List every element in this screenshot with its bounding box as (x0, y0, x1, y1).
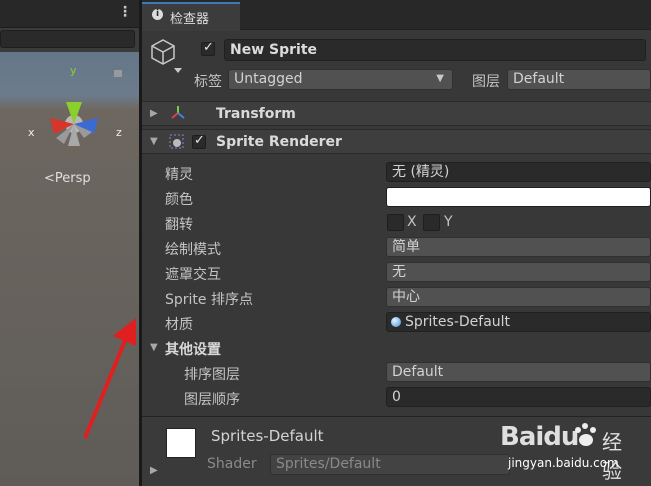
more-options-icon[interactable]: ⋮ (118, 4, 132, 20)
info-icon: i (152, 9, 163, 20)
lock-icon[interactable] (114, 70, 122, 77)
gameobject-icon[interactable] (149, 38, 183, 80)
expand-arrow-icon[interactable]: ▶ (150, 108, 158, 119)
sort-point-dropdown[interactable]: 中心 (386, 287, 651, 307)
tag-value: Untagged (234, 71, 303, 87)
object-name-field[interactable]: New Sprite (224, 39, 646, 61)
draw-mode-dropdown[interactable]: 简单 (386, 237, 651, 257)
sprite-renderer-icon (168, 133, 186, 155)
flip-y-label: Y (444, 214, 453, 230)
flip-label: 翻转 (165, 217, 193, 233)
persp-label[interactable]: <Persp (44, 171, 91, 186)
watermark-brand: Baidu (500, 422, 579, 452)
additional-settings-title[interactable]: 其他设置 (165, 339, 221, 359)
watermark-url: jingyan.baidu.com (508, 456, 619, 470)
layer-dropdown[interactable]: Default (507, 69, 651, 90)
sprite-field[interactable]: 无 (精灵) (386, 162, 651, 182)
material-sphere-icon (391, 317, 401, 327)
material-preview-name: Sprites-Default (211, 427, 324, 445)
preview-expand-icon[interactable]: ▶ (150, 465, 158, 476)
layer-label: 图层 (472, 74, 500, 90)
sprite-label: 精灵 (165, 167, 193, 183)
material-field[interactable]: Sprites-Default (386, 312, 651, 332)
material-preview-swatch (166, 428, 196, 458)
order-in-layer-label: 图层顺序 (184, 392, 240, 408)
color-label: 颜色 (165, 192, 193, 208)
transform-icon (170, 105, 186, 125)
active-checkbox[interactable] (201, 40, 215, 56)
sorting-layer-label: 排序图层 (184, 367, 240, 383)
gizmo-svg[interactable]: y x z (28, 62, 128, 152)
order-in-layer-field[interactable]: 0 (386, 387, 651, 407)
flip-x-checkbox[interactable] (387, 214, 404, 231)
scene-toolbar: ⋮ (0, 0, 140, 28)
paw-icon (572, 420, 596, 446)
collapse-arrow-icon[interactable]: ▼ (150, 136, 158, 147)
x-axis-label: x (28, 126, 35, 139)
draw-mode-label: 绘制模式 (165, 242, 221, 258)
shader-dropdown[interactable]: Sprites/Default (270, 454, 510, 475)
persp-toggle-icon: < (44, 171, 55, 186)
sorting-layer-dropdown[interactable]: Default (386, 362, 651, 382)
chevron-down-icon: ▼ (436, 73, 444, 84)
tag-dropdown[interactable]: Untagged ▼ (228, 69, 453, 90)
scene-search-input[interactable] (0, 30, 135, 48)
additional-settings-fold-icon[interactable]: ▼ (150, 342, 158, 353)
flip-y-checkbox[interactable] (423, 214, 440, 231)
flip-x-label: X (407, 214, 417, 230)
tab-inspector-label: 检查器 (170, 12, 210, 27)
orientation-gizmo[interactable]: y x z (28, 62, 128, 156)
layer-value: Default (513, 71, 565, 87)
sprite-renderer-title: Sprite Renderer (216, 134, 342, 150)
shader-label: Shader (207, 456, 257, 472)
mask-interaction-dropdown[interactable]: 无 (386, 262, 651, 282)
z-axis-label: z (116, 126, 122, 139)
mask-interaction-label: 遮罩交互 (165, 267, 221, 283)
y-axis-label: y (70, 64, 77, 77)
sprite-renderer-enabled-checkbox[interactable] (192, 133, 206, 149)
transform-title: Transform (216, 106, 296, 122)
tag-label: 标签 (194, 74, 222, 90)
sort-point-label: Sprite 排序点 (165, 292, 253, 308)
material-value: Sprites-Default (405, 314, 511, 330)
watermark-brand-cn: 经验 (602, 430, 622, 483)
color-field[interactable] (386, 187, 651, 207)
material-label: 材质 (165, 317, 193, 333)
sprite-renderer-header[interactable]: ▼ Sprite Renderer (142, 129, 651, 154)
transform-header[interactable]: ▶ Transform (142, 101, 651, 126)
